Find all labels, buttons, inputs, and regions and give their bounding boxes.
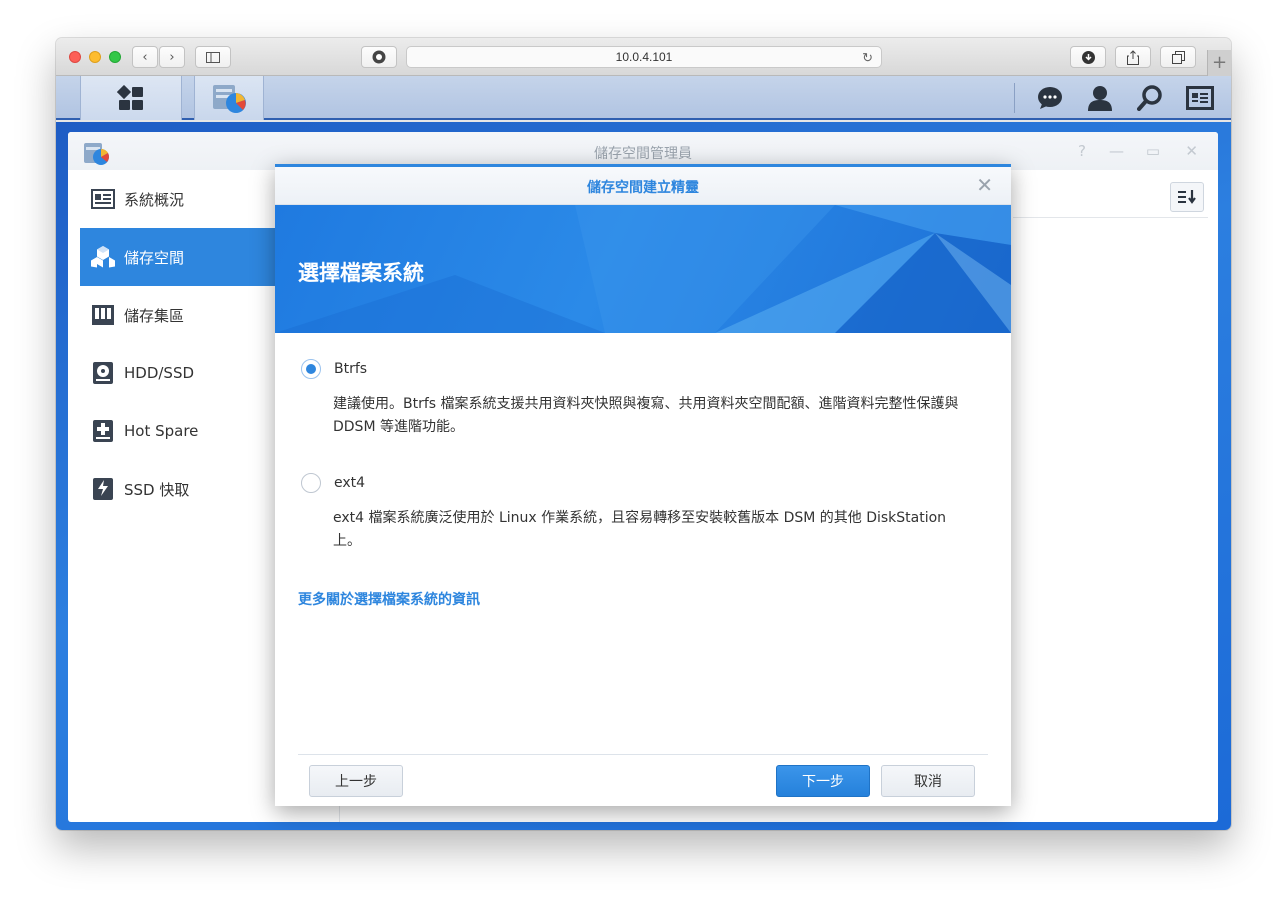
radio-dot: [306, 364, 316, 374]
browser-window: ‹ › 10.0.4.101 ↻ + 儲存空間管理員 ? — ▭ ✕ 系統概況 …: [56, 38, 1231, 830]
site-settings-button[interactable]: [361, 46, 397, 68]
wizard-step-title: 選擇檔案系統: [298, 261, 424, 285]
storage-manager-taskbar-button[interactable]: [194, 76, 264, 120]
widgets-button[interactable]: [1175, 76, 1225, 120]
dsm-desktop: 儲存空間管理員 ? — ▭ ✕ 系統概況 儲存空間 儲存集區 HDD/SSD H…: [56, 122, 1231, 830]
option-description: ext4 檔案系統廣泛使用於 Linux 作業系統，且容易轉移至安裝較舊版本 D…: [333, 510, 947, 549]
main-menu-icon: [117, 85, 143, 110]
wizard-body: Btrfs 建議使用。Btrfs 檔案系統支援共用資料夾快照與複寫、共用資料夾空…: [275, 336, 1011, 754]
more-info-link[interactable]: 更多關於選擇檔案系統的資訊: [298, 592, 480, 608]
sidebar-toggle-button[interactable]: [195, 46, 231, 68]
hdd-icon: [90, 361, 116, 385]
cancel-button[interactable]: 取消: [881, 765, 975, 797]
wizard-banner: 選擇檔案系統: [275, 205, 1011, 333]
chevron-right-icon: ›: [169, 49, 175, 65]
search-button[interactable]: [1125, 76, 1175, 120]
sidebar-item-label: 系統概況: [124, 190, 185, 209]
chat-icon: [1038, 87, 1062, 109]
wizard-close-icon[interactable]: ✕: [976, 173, 993, 197]
previous-button[interactable]: 上一步: [309, 765, 403, 797]
sidebar-item-label: 儲存空間: [124, 248, 185, 267]
chevron-left-icon: ‹: [142, 49, 148, 65]
notifications-button[interactable]: [1025, 76, 1075, 120]
widgets-icon: [1186, 86, 1214, 110]
app-title: 儲存空間管理員: [594, 146, 692, 162]
radio-ext4[interactable]: [301, 473, 321, 493]
sort-button[interactable]: [1170, 182, 1204, 212]
user-icon: [1088, 86, 1112, 111]
close-button[interactable]: ✕: [1185, 142, 1198, 160]
new-tab-button[interactable]: +: [1207, 50, 1231, 76]
main-menu-button[interactable]: [80, 76, 182, 120]
volume-icon: [90, 245, 116, 269]
share-icon: [1127, 49, 1139, 65]
sidebar-icon: [206, 51, 220, 63]
option-label: Btrfs: [334, 361, 368, 377]
camera-icon: [372, 50, 386, 64]
content-divider: [1013, 217, 1208, 218]
volume-creation-wizard: 儲存空間建立精靈 ✕ 選擇檔案系統 Btrfs 建議使用。Btrfs 檔案系統支…: [275, 164, 1011, 806]
browser-toolbar: ‹ › 10.0.4.101 ↻ +: [56, 38, 1231, 76]
back-button[interactable]: ‹: [132, 46, 158, 68]
option-description: 建議使用。Btrfs 檔案系統支援共用資料夾快照與複寫、共用資料夾空間配額、進階…: [333, 396, 959, 435]
sidebar-item-label: Hot Spare: [124, 422, 199, 440]
sidebar-item-label: HDD/SSD: [124, 364, 195, 382]
dsm-taskbar: [56, 76, 1231, 120]
tabs-overview-button[interactable]: [1160, 46, 1196, 68]
sidebar-item-label: SSD 快取: [124, 480, 190, 499]
sort-icon: [1178, 190, 1196, 204]
close-window-button[interactable]: [69, 51, 81, 63]
reload-icon[interactable]: ↻: [862, 50, 873, 66]
forward-button[interactable]: ›: [159, 46, 185, 68]
storage-pool-icon: [90, 303, 116, 327]
taskbar-divider: [1014, 83, 1015, 113]
zoom-window-button[interactable]: [109, 51, 121, 63]
url-text: 10.0.4.101: [615, 50, 673, 64]
tabs-icon: [1171, 50, 1185, 64]
address-bar[interactable]: 10.0.4.101 ↻: [406, 46, 882, 68]
option-ext4[interactable]: ext4: [298, 472, 988, 494]
minimize-button[interactable]: —: [1109, 142, 1124, 160]
option-btrfs[interactable]: Btrfs: [298, 358, 988, 380]
hot-spare-icon: [90, 419, 116, 443]
wizard-header: 儲存空間建立精靈 ✕: [275, 167, 1011, 205]
minimize-window-button[interactable]: [89, 51, 101, 63]
next-button[interactable]: 下一步: [776, 765, 870, 797]
search-icon: [1137, 85, 1162, 111]
radio-btrfs[interactable]: [301, 359, 321, 379]
downloads-button[interactable]: [1070, 46, 1106, 68]
wizard-title: 儲存空間建立精靈: [587, 180, 699, 196]
wizard-footer: 上一步 下一步 取消: [298, 754, 988, 806]
user-menu-button[interactable]: [1075, 76, 1125, 120]
download-icon: [1081, 50, 1095, 64]
overview-icon: [90, 187, 116, 211]
storage-manager-icon: [213, 85, 246, 113]
help-button[interactable]: ?: [1078, 142, 1086, 160]
option-label: ext4: [334, 475, 366, 491]
maximize-button[interactable]: ▭: [1146, 142, 1160, 160]
sidebar-item-label: 儲存集區: [124, 306, 185, 325]
ssd-cache-icon: [90, 477, 116, 501]
share-button[interactable]: [1115, 46, 1151, 68]
